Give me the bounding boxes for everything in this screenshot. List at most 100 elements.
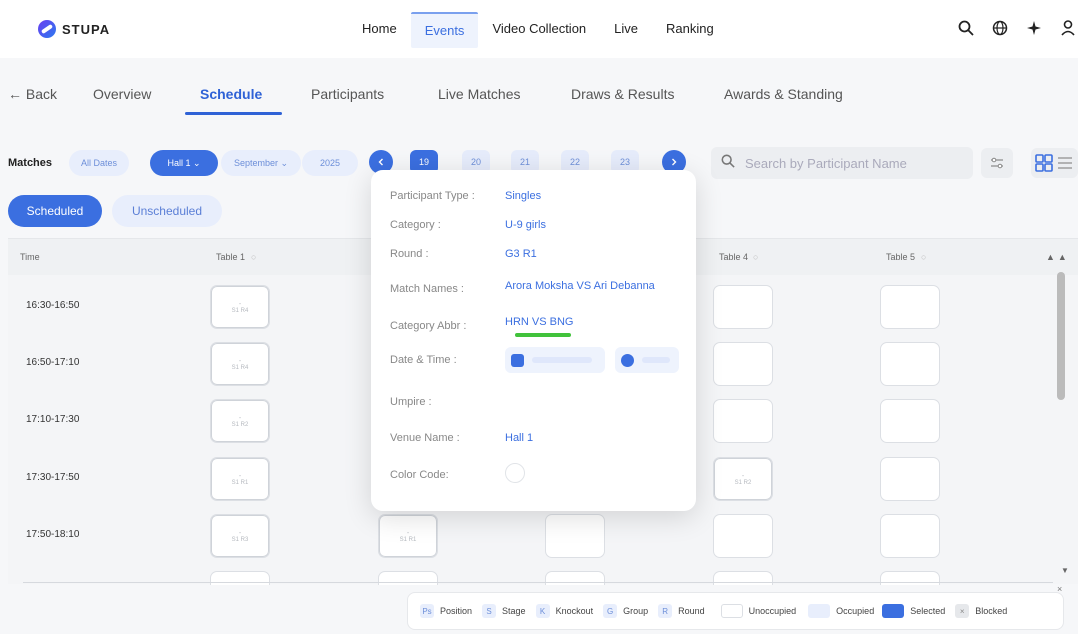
top-navbar: STUPA Home Events Video Collection Live … [0, 0, 1078, 58]
legend-blocked-swatch: × [955, 604, 970, 618]
year-select[interactable]: 2025 [302, 150, 358, 176]
header-table-5: Table 5 [886, 252, 916, 262]
match-slot[interactable]: - S1 R4 [210, 342, 270, 386]
nav-home[interactable]: Home [348, 12, 411, 48]
participant-type-label: Participant Type : [390, 190, 475, 202]
nav-video-collection[interactable]: Video Collection [478, 12, 600, 48]
legend-group-label: Group [623, 606, 649, 616]
match-slot[interactable]: - S1 R3 [210, 514, 270, 558]
scheduled-toggle[interactable]: Scheduled [8, 195, 102, 227]
participant-type-value: Singles [505, 190, 542, 202]
legend-stage-label: Stage [502, 606, 526, 616]
tab-draws-results[interactable]: Draws & Results [571, 86, 674, 102]
matches-label: Matches [8, 157, 53, 169]
nav-live[interactable]: Live [600, 12, 652, 48]
nav-ranking[interactable]: Ranking [652, 12, 728, 48]
time-field[interactable] [615, 347, 679, 373]
legend-knockout-label: Knockout [555, 606, 594, 616]
sliders-icon [991, 157, 1003, 169]
sparkle-icon[interactable] [1024, 18, 1044, 38]
match-names-label: Match Names : [390, 283, 464, 295]
scroll-down-icon[interactable]: ▼ [1061, 566, 1069, 575]
back-link[interactable]: ← Back [8, 86, 57, 102]
match-slot[interactable]: - S1 R2 [713, 457, 773, 501]
empty-slot[interactable] [880, 285, 940, 329]
empty-slot[interactable] [713, 514, 773, 558]
legend-unoccupied-swatch [720, 604, 743, 618]
tab-awards-standing[interactable]: Awards & Standing [724, 86, 843, 102]
globe-icon[interactable] [990, 18, 1010, 38]
legend-round-label: Round [678, 606, 705, 616]
tab-overview[interactable]: Overview [93, 86, 151, 102]
nav-events[interactable]: Events [410, 12, 479, 48]
legend-bar: Ps Position S Stage K Knockout G Group R… [407, 592, 1064, 630]
match-slot[interactable]: - S1 R2 [210, 399, 270, 443]
empty-slot[interactable] [545, 514, 605, 558]
empty-slot[interactable] [880, 399, 940, 443]
month-select[interactable]: September ⌄ [221, 150, 301, 176]
legend-stage-key: S [482, 604, 497, 618]
color-code-swatch[interactable] [505, 463, 525, 483]
grid-divider [23, 582, 1053, 583]
info-icon: ○ [921, 252, 927, 262]
brand-logo[interactable]: STUPA [38, 20, 110, 38]
hall-select[interactable]: Hall 1 ⌄ [150, 150, 218, 176]
legend-knockout-key: K [535, 604, 550, 618]
tab-live-matches[interactable]: Live Matches [438, 86, 520, 102]
category-label: Category : [390, 219, 441, 231]
legend-blocked-label: Blocked [975, 606, 1008, 616]
empty-slot[interactable] [880, 457, 940, 501]
all-dates-button[interactable]: All Dates [69, 150, 129, 176]
color-code-label: Color Code: [390, 469, 449, 481]
user-icon[interactable] [1058, 18, 1078, 38]
empty-slot[interactable] [713, 342, 773, 386]
match-details-popup: Participant Type : Singles Category : U-… [371, 170, 696, 511]
info-icon: ○ [753, 252, 759, 262]
legend-position-key: Ps [420, 604, 434, 618]
event-subnav: ← Back Overview Schedule Participants Li… [0, 58, 1078, 128]
legend-group-key: G [603, 604, 618, 618]
calendar-icon [511, 353, 524, 367]
category-value: U-9 girls [505, 219, 546, 231]
empty-slot[interactable] [880, 514, 940, 558]
date-field[interactable] [505, 347, 605, 373]
filter-settings-button[interactable] [981, 148, 1013, 178]
tab-schedule[interactable]: Schedule [200, 86, 262, 102]
category-abbr-value: HRN VS BNG [505, 316, 574, 328]
info-icon: ○ [251, 252, 257, 262]
unscheduled-toggle[interactable]: Unscheduled [112, 195, 222, 227]
brand-name: STUPA [62, 21, 111, 37]
legend-occupied-label: Occupied [836, 606, 875, 616]
search-icon[interactable] [956, 18, 976, 38]
tab-participants[interactable]: Participants [311, 86, 384, 102]
legend-position-label: Position [440, 606, 473, 616]
empty-slot[interactable] [880, 342, 940, 386]
venue-value: Hall 1 [505, 432, 534, 444]
empty-slot[interactable] [713, 285, 773, 329]
search-input[interactable] [745, 155, 945, 171]
match-slot[interactable]: - S1 R1 [210, 457, 270, 501]
time-slot: 17:30-17:50 [26, 472, 80, 483]
legend-selected-swatch [882, 604, 905, 618]
schedule-page: STUPA Home Events Video Collection Live … [0, 0, 1078, 634]
top-icon-group [956, 18, 1078, 38]
active-tab-underline [185, 112, 282, 115]
scroll-up-arrows-icon[interactable]: ▲▲ [1046, 252, 1070, 262]
round-label: Round : [390, 248, 429, 260]
legend-round-key: R [658, 604, 673, 618]
main-nav: Home Events Video Collection Live Rankin… [348, 12, 728, 48]
list-view-icon [1058, 157, 1072, 169]
time-slot: 17:10-17:30 [26, 414, 80, 425]
view-toggle[interactable] [1031, 148, 1078, 178]
umpire-label: Umpire : [390, 396, 432, 408]
match-slot[interactable]: - S1 R4 [210, 285, 270, 329]
legend-selected-label: Selected [910, 606, 946, 616]
date-time-label: Date & Time : [390, 354, 457, 366]
empty-slot[interactable] [713, 399, 773, 443]
header-table-4: Table 4 [719, 252, 749, 262]
legend-unoccupied-label: Unoccupied [748, 606, 797, 616]
highlight-underline [515, 333, 571, 337]
header-time: Time [20, 252, 40, 262]
match-slot[interactable]: - S1 R1 [378, 514, 438, 558]
vertical-scrollbar[interactable] [1057, 272, 1065, 400]
